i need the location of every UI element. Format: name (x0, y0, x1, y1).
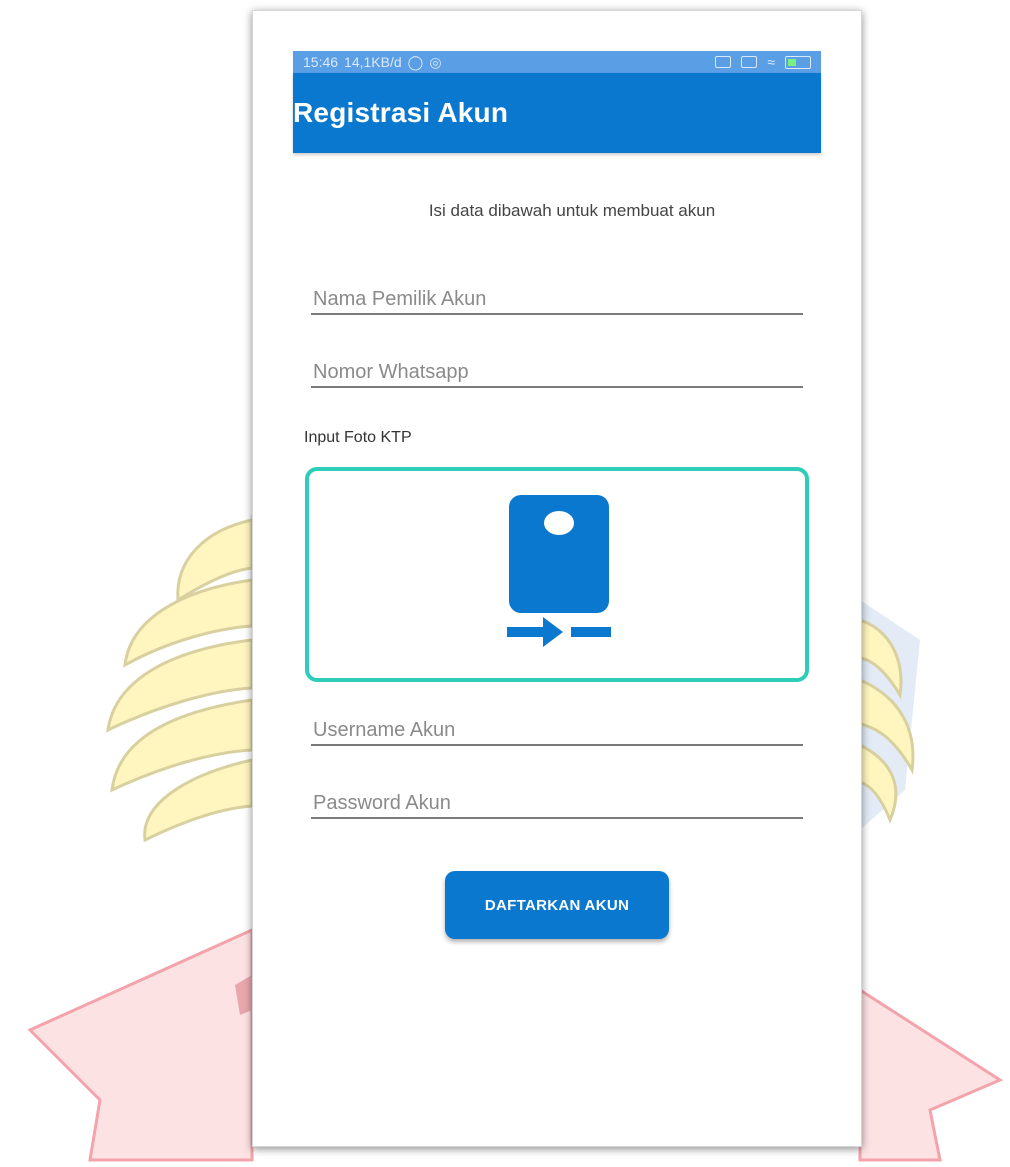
battery-icon (785, 55, 811, 69)
sync-icon: ◯ (407, 53, 424, 70)
photo-ktp-upload-area[interactable] (305, 467, 809, 682)
whatsapp-input[interactable] (311, 361, 807, 384)
status-bar: 15:46 14,1KB/d ◯ ◎ ≈ (293, 51, 821, 73)
camera-switch-icon (507, 495, 611, 647)
name-field (311, 273, 807, 315)
password-input[interactable] (311, 792, 807, 815)
whatsapp-field (311, 346, 807, 388)
status-time: 15:46 (303, 54, 339, 70)
phone-screenshot: 15:46 14,1KB/d ◯ ◎ ≈ Registrasi Akun Isi… (252, 10, 862, 1147)
status-speed: 14,1KB/d (344, 54, 402, 70)
password-field (311, 777, 807, 819)
form-subtitle: Isi data dibawah untuk membuat akun (428, 201, 716, 220)
wifi-icon: ≈ (767, 54, 775, 70)
photo-ktp-label: Input Foto KTP (304, 429, 412, 446)
app-bar: Registrasi Akun (293, 73, 821, 153)
signal-icon (715, 56, 732, 68)
page-title: Registrasi Akun (293, 97, 509, 128)
signal-icon (741, 56, 758, 68)
username-field (311, 704, 807, 746)
location-icon: ◎ (429, 53, 442, 70)
username-input[interactable] (311, 719, 807, 742)
name-input[interactable] (311, 288, 807, 311)
register-button[interactable]: DAFTARKAN AKUN (445, 871, 669, 939)
